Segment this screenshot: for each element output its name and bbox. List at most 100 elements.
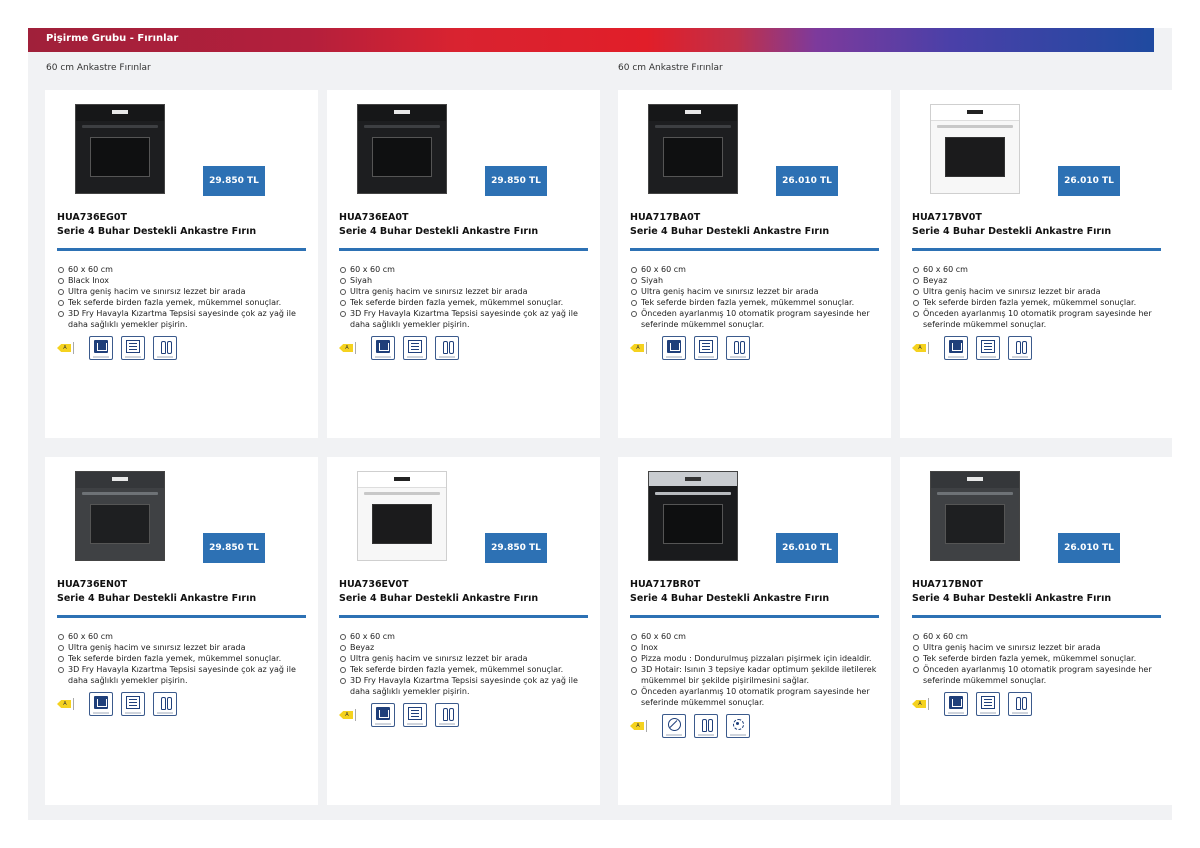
autopilot-icon xyxy=(153,336,177,360)
product-model: HUA717BA0T xyxy=(630,212,701,223)
energy-label-icon: A xyxy=(57,697,77,711)
feature-list: 60 x 60 cm Beyaz Ultra geniş hacim ve sını… xyxy=(912,264,1164,330)
divider xyxy=(630,615,879,618)
product-card[interactable]: 26.010 TL HUA717BN0T Serie 4 Buhar Destekl… xyxy=(900,457,1173,805)
oven-image xyxy=(648,104,738,194)
feature-list: 60 x 60 cm Ultra geniş hacim ve sınırsız … xyxy=(912,631,1164,686)
autopilot-icon xyxy=(435,336,459,360)
feature-item: Black Inox xyxy=(57,275,309,286)
oven-image xyxy=(357,471,447,561)
steam-icon xyxy=(89,336,113,360)
feature-item: 60 x 60 cm xyxy=(57,264,309,275)
feature-item: Önceden ayarlanmış 10 otomatik program s… xyxy=(630,686,882,708)
price-badge: 26.010 TL xyxy=(776,166,838,196)
feature-item: Pizza modu : Dondurulmuş pizzaları pişir… xyxy=(630,653,882,664)
feature-item: 60 x 60 cm xyxy=(912,264,1164,275)
product-title: Serie 4 Buhar Destekli Ankastre Fırın xyxy=(630,593,830,604)
feature-item: Siyah xyxy=(339,275,591,286)
feature-item: 60 x 60 cm xyxy=(630,264,882,275)
product-model: HUA717BV0T xyxy=(912,212,982,223)
divider xyxy=(630,248,879,251)
product-title: Serie 4 Buhar Destekli Ankastre Fırın xyxy=(912,593,1112,604)
energy-label-icon: A xyxy=(912,341,932,355)
feature-item: 3D Fry Havayla Kızartma Tepsisi sayesind… xyxy=(339,308,591,330)
feature-item: Tek seferde birden fazla yemek, mükemmel… xyxy=(339,664,591,675)
steam-icon xyxy=(371,336,395,360)
feature-item: Tek seferde birden fazla yemek, mükemmel… xyxy=(57,653,309,664)
feature-item: Ultra geniş hacim ve sınırsız lezzet bir… xyxy=(339,653,591,664)
feature-item: Önceden ayarlanmış 10 otomatik program s… xyxy=(630,308,882,330)
divider xyxy=(339,248,588,251)
oven-image xyxy=(75,471,165,561)
feature-item: 60 x 60 cm xyxy=(57,631,309,642)
feature-item: 60 x 60 cm xyxy=(912,631,1164,642)
product-title: Serie 4 Buhar Destekli Ankastre Fırın xyxy=(57,593,257,604)
feature-icons: A xyxy=(630,714,758,738)
price-badge: 29.850 TL xyxy=(203,533,265,563)
product-model: HUA717BR0T xyxy=(630,579,701,590)
price-badge: 29.850 TL xyxy=(203,166,265,196)
oven-image xyxy=(357,104,447,194)
feature-item: Tek seferde birden fazla yemek, mükemmel… xyxy=(339,297,591,308)
feature-icons: A xyxy=(339,336,467,360)
feature-item: Ultra geniş hacim ve sınırsız lezzet bir… xyxy=(912,642,1164,653)
hotair-icon xyxy=(726,714,750,738)
feature-icons: A xyxy=(630,336,758,360)
feature-item: Ultra geniş hacim ve sınırsız lezzet bir… xyxy=(339,286,591,297)
feature-item: Önceden ayarlanmış 10 otomatik program s… xyxy=(912,664,1164,686)
product-card[interactable]: 29.850 TL HUA736EN0T Serie 4 Buhar Destekl… xyxy=(45,457,318,805)
steam-icon xyxy=(944,336,968,360)
product-title: Serie 4 Buhar Destekli Ankastre Fırın xyxy=(630,226,830,237)
feature-item: Ultra geniş hacim ve sınırsız lezzet bir… xyxy=(57,286,309,297)
feature-item: 60 x 60 cm xyxy=(339,264,591,275)
divider xyxy=(912,248,1161,251)
section-label-left: 60 cm Ankastre Fırınlar xyxy=(46,63,151,73)
autopilot-icon xyxy=(435,703,459,727)
product-card[interactable]: 26.010 TL HUA717BR0T Serie 4 Buhar Destekl… xyxy=(618,457,891,805)
page-title: Pişirme Grubu - Fırınlar xyxy=(46,33,179,44)
feature-item: 60 x 60 cm xyxy=(339,631,591,642)
feature-icons: A xyxy=(912,692,1040,716)
menu-icon xyxy=(976,336,1000,360)
product-title: Serie 4 Buhar Destekli Ankastre Fırın xyxy=(339,226,539,237)
feature-list: 60 x 60 cm Black Inox Ultra geniş hacim ve… xyxy=(57,264,309,330)
product-card[interactable]: 29.850 TL HUA736EG0T Serie 4 Buhar Destekl… xyxy=(45,90,318,438)
feature-item: Ultra geniş hacim ve sınırsız lezzet bir… xyxy=(57,642,309,653)
product-model: HUA736EA0T xyxy=(339,212,409,223)
feature-item: Beyaz xyxy=(339,642,591,653)
feature-icons: A xyxy=(339,703,467,727)
section-label-right: 60 cm Ankastre Fırınlar xyxy=(618,63,723,73)
steam-icon xyxy=(371,703,395,727)
divider xyxy=(57,248,306,251)
autopilot-icon xyxy=(153,692,177,716)
header-bar: Pişirme Grubu - Fırınlar xyxy=(28,28,1154,52)
pizza-icon xyxy=(662,714,686,738)
feature-item: Ultra geniş hacim ve sınırsız lezzet bir… xyxy=(912,286,1164,297)
energy-label-icon: A xyxy=(57,341,77,355)
steam-icon xyxy=(662,336,686,360)
price-badge: 29.850 TL xyxy=(485,533,547,563)
product-model: HUA736EG0T xyxy=(57,212,127,223)
autopilot-icon xyxy=(694,714,718,738)
feature-list: 60 x 60 cm Inox Pizza modu : Dondurulmuş p… xyxy=(630,631,882,708)
feature-item: 60 x 60 cm xyxy=(630,631,882,642)
feature-item: Tek seferde birden fazla yemek, mükemmel… xyxy=(912,297,1164,308)
product-card[interactable]: 26.010 TL HUA717BV0T Serie 4 Buhar Destekl… xyxy=(900,90,1173,438)
energy-label-icon: A xyxy=(630,341,650,355)
product-title: Serie 4 Buhar Destekli Ankastre Fırın xyxy=(339,593,539,604)
feature-item: Tek seferde birden fazla yemek, mükemmel… xyxy=(57,297,309,308)
product-card[interactable]: 29.850 TL HUA736EV0T Serie 4 Buhar Destekl… xyxy=(327,457,600,805)
feature-item: 3D Fry Havayla Kızartma Tepsisi sayesind… xyxy=(57,308,309,330)
oven-image xyxy=(930,471,1020,561)
oven-image xyxy=(930,104,1020,194)
feature-list: 60 x 60 cm Ultra geniş hacim ve sınırsız … xyxy=(57,631,309,686)
feature-list: 60 x 60 cm Siyah Ultra geniş hacim ve sını… xyxy=(339,264,591,330)
feature-icons: A xyxy=(57,336,185,360)
feature-item: Önceden ayarlanmış 10 otomatik program s… xyxy=(912,308,1164,330)
product-card[interactable]: 29.850 TL HUA736EA0T Serie 4 Buhar Destekl… xyxy=(327,90,600,438)
autopilot-icon xyxy=(1008,692,1032,716)
feature-item: 3D Fry Havayla Kızartma Tepsisi sayesind… xyxy=(57,664,309,686)
energy-label-icon: A xyxy=(630,719,650,733)
product-model: HUA736EN0T xyxy=(57,579,128,590)
product-card[interactable]: 26.010 TL HUA717BA0T Serie 4 Buhar Destekl… xyxy=(618,90,891,438)
